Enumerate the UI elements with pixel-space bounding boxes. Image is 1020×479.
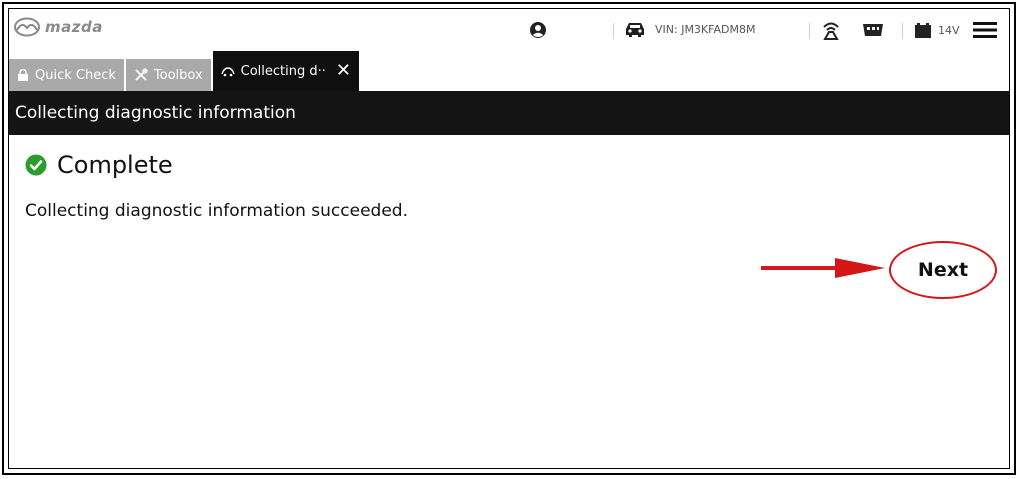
- next-button-label: Next: [917, 259, 969, 281]
- app-window: mazda VIN: JM3KFADM8M 14V Quick Check To…: [8, 8, 1010, 469]
- battery-icon: [915, 23, 931, 38]
- obd-connector-icon[interactable]: [862, 22, 884, 42]
- hamburger-menu-icon[interactable]: [973, 21, 997, 43]
- tab-label: Collecting d··: [240, 63, 326, 79]
- car-gauge-icon: [220, 67, 235, 77]
- tab-label: Toolbox: [153, 67, 203, 83]
- mazda-emblem-icon: [14, 17, 40, 37]
- status-heading: Complete: [25, 151, 173, 179]
- vin-text: VIN: JM3KFADM8M: [655, 22, 756, 36]
- outer-frame: mazda VIN: JM3KFADM8M 14V Quick Check To…: [2, 2, 1016, 475]
- tab-collecting[interactable]: Collecting d·· ✕: [212, 51, 359, 91]
- car-icon: [626, 23, 644, 37]
- page-title: Collecting diagnostic information: [15, 103, 296, 123]
- annotation-arrow-icon: [761, 258, 885, 278]
- page-title-bar: Collecting diagnostic information: [9, 91, 1009, 135]
- check-circle-icon: [25, 154, 47, 176]
- separator: [613, 23, 614, 39]
- next-button[interactable]: Next: [889, 241, 997, 299]
- status-message: Collecting diagnostic information succee…: [25, 201, 408, 221]
- tab-bar: Quick Check Toolbox Collecting d·· ✕: [9, 51, 359, 91]
- connection-signal-icon[interactable]: [820, 19, 842, 45]
- tools-icon: [135, 68, 148, 81]
- close-tab-icon[interactable]: ✕: [336, 62, 351, 80]
- separator: [809, 23, 810, 39]
- vehicle-info[interactable]: VIN: JM3KFADM8M: [623, 20, 755, 38]
- separator: [902, 23, 903, 39]
- brand-wordmark: mazda: [45, 18, 103, 36]
- tab-label: Quick Check: [35, 67, 116, 83]
- tab-toolbox[interactable]: Toolbox: [125, 59, 211, 91]
- tab-quick-check[interactable]: Quick Check: [9, 59, 124, 91]
- main-content: Complete Collecting diagnostic informati…: [9, 135, 1009, 468]
- mazda-logo: mazda: [13, 17, 103, 37]
- status-text: Complete: [57, 151, 173, 179]
- battery-status: 14V: [914, 21, 960, 39]
- battery-voltage: 14V: [938, 23, 960, 37]
- lock-icon: [18, 69, 28, 81]
- user-profile-icon[interactable]: [529, 21, 547, 43]
- top-toolbar: mazda VIN: JM3KFADM8M 14V: [9, 9, 1009, 51]
